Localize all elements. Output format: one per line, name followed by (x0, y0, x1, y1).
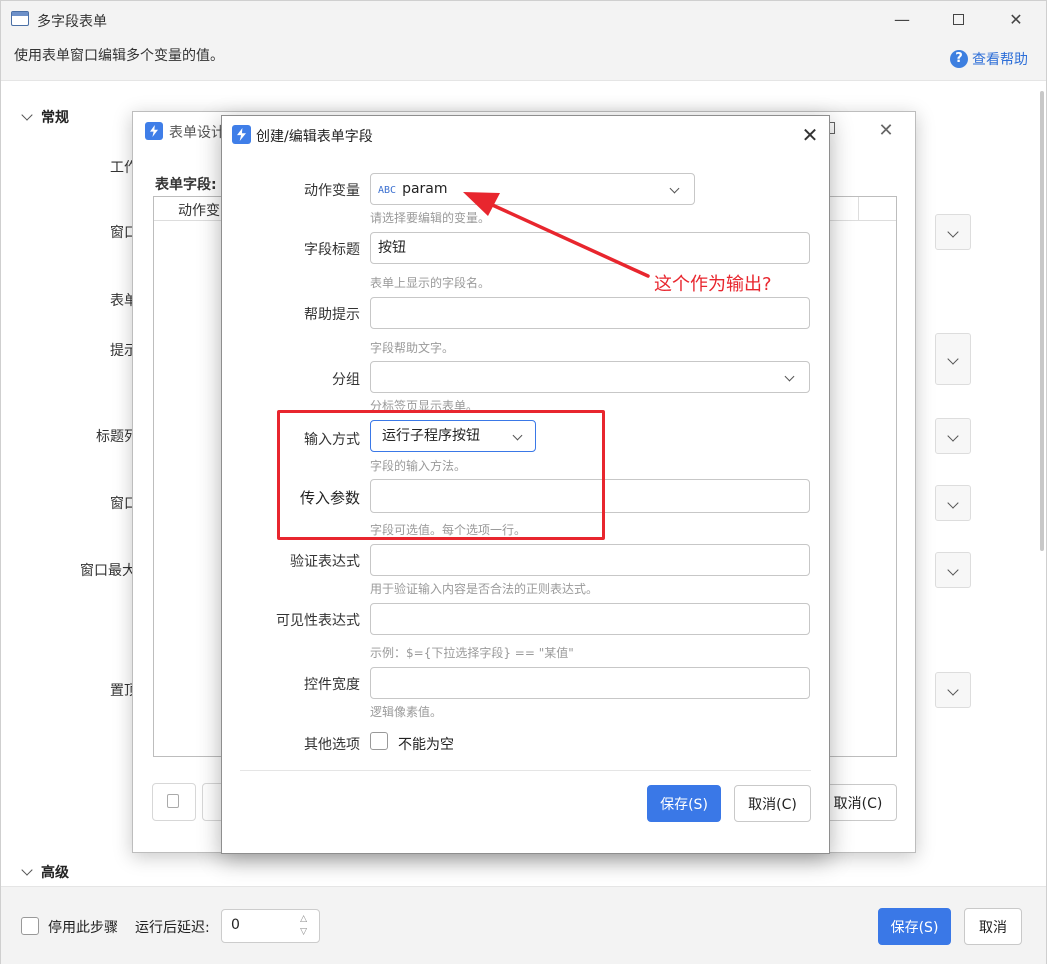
section-advanced-label: 高级 (41, 865, 69, 881)
copy-button[interactable] (152, 783, 196, 821)
group-label: 分组 (332, 372, 360, 388)
chevron-down-icon (947, 684, 959, 696)
chevron-down-icon (947, 353, 959, 365)
form-designer-cancel-button[interactable]: 取消(C) (819, 784, 897, 821)
column-header[interactable]: 动作变 (178, 200, 220, 220)
delay-label: 运行后延迟: (135, 920, 210, 936)
action-var-select[interactable]: ABC param (370, 173, 695, 205)
bg-dropdown[interactable] (935, 418, 971, 454)
required-checkbox-label: 不能为空 (398, 737, 454, 753)
validate-expr-label: 验证表达式 (290, 554, 360, 570)
chevron-down-icon (947, 430, 959, 442)
cancel-button[interactable]: 取消 (964, 908, 1022, 945)
chevron-down-icon (21, 864, 33, 876)
stepper-down-icon[interactable]: ▽ (300, 927, 307, 937)
window-description: 使用表单窗口编辑多个变量的值。 (14, 48, 224, 64)
maximize-icon[interactable] (943, 7, 973, 33)
bg-dropdown[interactable] (935, 485, 971, 521)
app-icon (145, 122, 163, 140)
help-tip-label: 帮助提示 (304, 307, 360, 323)
section-general-header[interactable]: 常规 (21, 107, 69, 127)
action-var-value: param (402, 181, 448, 197)
disable-step-checkbox[interactable] (21, 917, 39, 935)
delay-value: 0 (231, 917, 240, 933)
edit-field-title: 创建/编辑表单字段 (256, 129, 373, 145)
chevron-down-icon (947, 497, 959, 509)
control-width-label: 控件宽度 (304, 677, 360, 693)
form-fields-label: 表单字段: (155, 177, 217, 193)
close-icon[interactable]: ✕ (796, 121, 824, 149)
disable-step-label: 停用此步骤 (48, 920, 118, 936)
delay-stepper[interactable]: 0 △ ▽ (221, 909, 320, 943)
section-general-label: 常规 (41, 110, 69, 126)
annotation-highlight-box (277, 410, 605, 540)
chevron-down-icon (784, 371, 795, 382)
required-checkbox[interactable] (370, 732, 388, 750)
column-separator (858, 197, 859, 221)
help-link-label: 查看帮助 (972, 52, 1028, 68)
copy-icon (163, 790, 179, 808)
field-title-input[interactable]: 按钮 (370, 232, 810, 264)
form-designer-title: 表单设计 (169, 125, 225, 141)
field-title-hint: 表单上显示的字段名。 (370, 276, 491, 290)
section-advanced-header[interactable]: 高级 (21, 862, 69, 882)
app-icon (232, 125, 251, 144)
help-tip-input[interactable] (370, 297, 810, 329)
help-tip-hint: 字段帮助文字。 (370, 341, 455, 355)
bg-dropdown[interactable] (935, 672, 971, 708)
help-icon: ? (950, 50, 968, 68)
chevron-down-icon (669, 183, 680, 194)
control-width-input[interactable] (370, 667, 810, 699)
annotation-text: 这个作为输出? (654, 274, 772, 295)
save-button[interactable]: 保存(S) (878, 908, 951, 945)
cancel-button[interactable]: 取消(C) (734, 785, 811, 822)
visible-expr-hint: 示例：$={下拉选择字段} == "某值" (370, 646, 574, 660)
bg-dropdown[interactable] (935, 552, 971, 588)
bg-label: 窗口最大 (80, 563, 136, 579)
chevron-down-icon (947, 564, 959, 576)
outer-window-title: 多字段表单 (37, 14, 107, 30)
action-var-hint: 请选择要编辑的变量。 (370, 211, 491, 225)
help-link[interactable]: ? 查看帮助 (950, 49, 1028, 69)
stepper-up-icon[interactable]: △ (300, 914, 307, 924)
validate-expr-input[interactable] (370, 544, 810, 576)
validate-expr-hint: 用于验证输入内容是否合法的正则表达式。 (370, 582, 599, 596)
text-type-icon: ABC (378, 185, 397, 196)
minimize-icon[interactable]: — (887, 7, 917, 33)
visible-expr-label: 可见性表达式 (276, 613, 360, 629)
bg-dropdown[interactable] (935, 214, 971, 250)
field-title-label: 字段标题 (304, 242, 360, 258)
divider (240, 770, 811, 771)
bg-dropdown[interactable] (935, 333, 971, 385)
close-icon[interactable]: ✕ (873, 118, 899, 144)
bottom-bar: 停用此步骤 运行后延迟: 0 △ ▽ 保存(S) 取消 (1, 886, 1046, 964)
description-bar: 使用表单窗口编辑多个变量的值。 ? 查看帮助 (1, 39, 1046, 81)
chevron-down-icon (947, 226, 959, 238)
close-icon[interactable]: ✕ (1001, 7, 1031, 33)
scrollbar[interactable] (1040, 91, 1044, 551)
window-icon (11, 11, 29, 26)
action-var-label: 动作变量 (304, 183, 360, 199)
group-select[interactable] (370, 361, 810, 393)
visible-expr-input[interactable] (370, 603, 810, 635)
other-options-label: 其他选项 (304, 737, 360, 753)
outer-titlebar: 多字段表单 — ✕ (1, 1, 1046, 39)
save-button[interactable]: 保存(S) (647, 785, 721, 822)
chevron-down-icon (21, 109, 33, 121)
control-width-hint: 逻辑像素值。 (370, 705, 443, 719)
